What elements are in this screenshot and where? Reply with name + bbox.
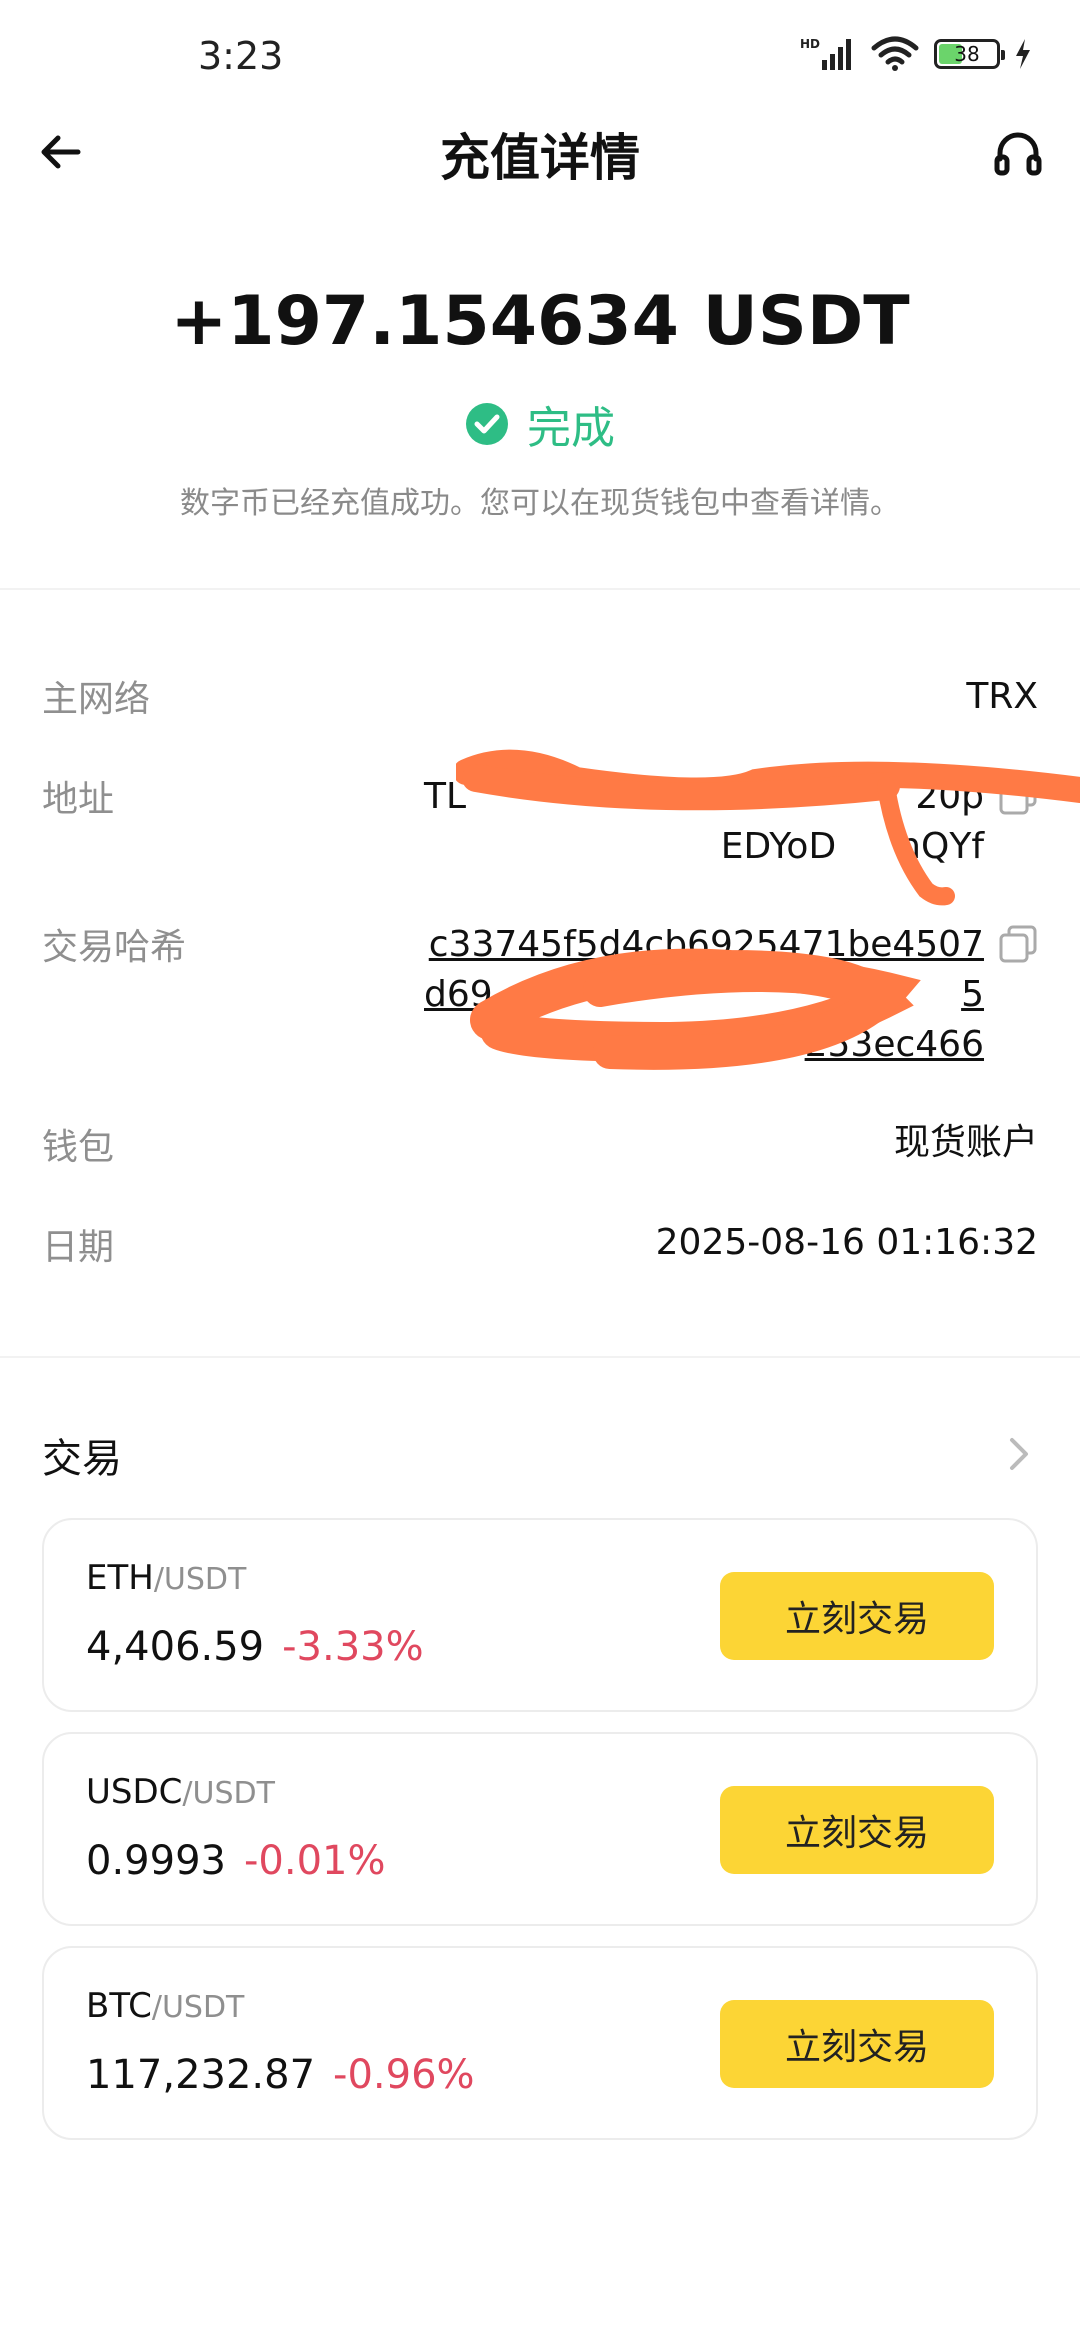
support-button[interactable] — [986, 122, 1050, 186]
trade-pair-card[interactable]: ETH/USDT 4,406.59 -3.33% 立刻交易 — [42, 1518, 1038, 1712]
tx-hash-value[interactable]: c33745f5d4cb6925471be4507 d69 5 253ec466 — [424, 920, 984, 1070]
page-title: 充值详情 — [440, 129, 640, 187]
status-text: 完成 — [527, 403, 615, 454]
check-circle-icon — [466, 403, 508, 445]
pair-price: 4,406.59 — [86, 1624, 265, 1670]
app-header: 充值详情 — [0, 100, 1080, 200]
status-line: 完成 — [0, 392, 1080, 456]
copy-address-icon[interactable] — [998, 776, 1038, 816]
network-label: 主网络 — [42, 679, 151, 720]
svg-text:HD: HD — [800, 37, 820, 51]
pair-price: 117,232.87 — [86, 2052, 316, 2098]
pair-price-line: 4,406.59 -3.33% — [86, 1624, 424, 1670]
pair-quote: /USDT — [182, 1776, 275, 1811]
tx-hash-line-3: 253ec466 — [804, 1024, 984, 1065]
network-value: TRX — [966, 676, 1038, 717]
address-label: 地址 — [42, 779, 115, 820]
pair-change: -3.33% — [282, 1624, 424, 1670]
chevron-right-icon[interactable] — [998, 1434, 1038, 1474]
trade-now-button[interactable]: 立刻交易 — [720, 2000, 994, 2088]
pair-change: -0.01% — [243, 1838, 386, 1884]
status-icons: HD 38 — [800, 36, 1032, 72]
address-line-2: EDYoD nQYf — [424, 822, 984, 872]
wallet-value: 现货账户 — [893, 1122, 1038, 1163]
pair-price-line: 0.9993 -0.01% — [86, 1838, 385, 1884]
battery-icon: 38 — [934, 39, 1005, 69]
date-label: 日期 — [42, 1227, 115, 1268]
headset-icon — [994, 132, 1042, 176]
address-line-2-start: EDYoD — [720, 826, 837, 867]
pair-name: BTC/USDT — [86, 1986, 244, 2026]
trade-now-button[interactable]: 立刻交易 — [720, 1786, 994, 1874]
address-line-2-end: nQYf — [898, 826, 984, 867]
divider — [0, 588, 1080, 590]
pair-quote: /USDT — [151, 1990, 245, 2025]
divider — [0, 1356, 1080, 1358]
tx-hash-line-2-end: 5 — [961, 974, 984, 1015]
pair-base: ETH — [86, 1558, 154, 1598]
tx-hash-label: 交易哈希 — [42, 927, 187, 968]
trade-section-title: 交易 — [42, 1436, 122, 1482]
trade-now-button[interactable]: 立刻交易 — [720, 1572, 994, 1660]
copy-hash-icon[interactable] — [998, 924, 1038, 964]
address-line-1-end: 20p — [915, 776, 984, 817]
tx-hash-line-1: c33745f5d4cb6925471be4507 — [428, 924, 984, 965]
hd-signal-icon: HD — [800, 37, 851, 70]
pair-price-line: 117,232.87 -0.96% — [86, 2052, 475, 2098]
pair-name: ETH/USDT — [86, 1558, 246, 1598]
trade-pair-card[interactable]: USDC/USDT 0.9993 -0.01% 立刻交易 — [42, 1732, 1038, 1926]
tx-hash-line-2: d69 5 — [424, 970, 984, 1020]
address-line-1-start: TL — [424, 776, 467, 817]
status-description: 数字币已经充值成功。您可以在现货钱包中查看详情。 — [180, 486, 900, 521]
pair-base: BTC — [86, 1986, 152, 2026]
address-value: TL 20p EDYoD nQYf — [424, 772, 984, 872]
wifi-icon — [871, 36, 919, 71]
address-line-1: TL 20p — [424, 772, 984, 822]
pair-price: 0.9993 — [86, 1838, 226, 1884]
pair-base: USDC — [86, 1772, 183, 1812]
deposit-amount: +197.154634 USDT — [170, 282, 910, 361]
pair-quote: /USDT — [153, 1562, 247, 1597]
battery-level: 38 — [954, 42, 980, 66]
tx-hash-line-2-start: d69 — [424, 974, 493, 1015]
trade-pair-card[interactable]: BTC/USDT 117,232.87 -0.96% 立刻交易 — [42, 1946, 1038, 2140]
date-value: 2025-08-16 01:16:32 — [655, 1222, 1038, 1263]
wallet-label: 钱包 — [42, 1127, 115, 1168]
pair-name: USDC/USDT — [86, 1772, 275, 1812]
charging-icon — [1016, 39, 1030, 69]
pair-change: -0.96% — [333, 2052, 475, 2098]
status-time: 3:23 — [198, 34, 284, 78]
